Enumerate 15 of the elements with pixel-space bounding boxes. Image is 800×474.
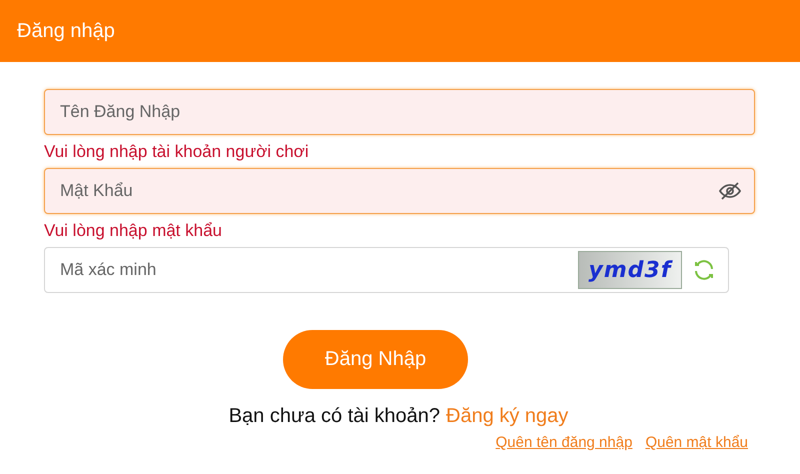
error-message: Vui lòng nhập mật khẩu — [44, 220, 223, 242]
forgot-link[interactable]: Quên mật khẩu — [645, 434, 748, 451]
username-field[interactable]: Tên Đăng Nhập — [44, 89, 755, 135]
password-input[interactable]: Mật Khẩu — [58, 180, 718, 202]
header-title: Đăng nhập — [17, 20, 115, 42]
error-message: Vui lòng nhập tài khoản người chơi — [44, 140, 310, 162]
forgot-link[interactable]: Quên tên đăng nhập — [496, 434, 632, 451]
signup-link[interactable]: Đăng ký ngay — [446, 405, 568, 428]
username-input[interactable]: Tên Đăng Nhập — [58, 101, 742, 123]
captcha-field[interactable]: Mã xác minh ymd3f — [44, 247, 729, 293]
login-button[interactable]: Đăng Nhập — [283, 330, 468, 389]
signup-prompt: Bạn chưa có tài khoản? — [228, 405, 440, 428]
captcha-input[interactable]: Mã xác minh — [58, 259, 578, 281]
captcha-image: ymd3f — [578, 251, 682, 289]
password-field[interactable]: Mật Khẩu — [44, 168, 755, 214]
